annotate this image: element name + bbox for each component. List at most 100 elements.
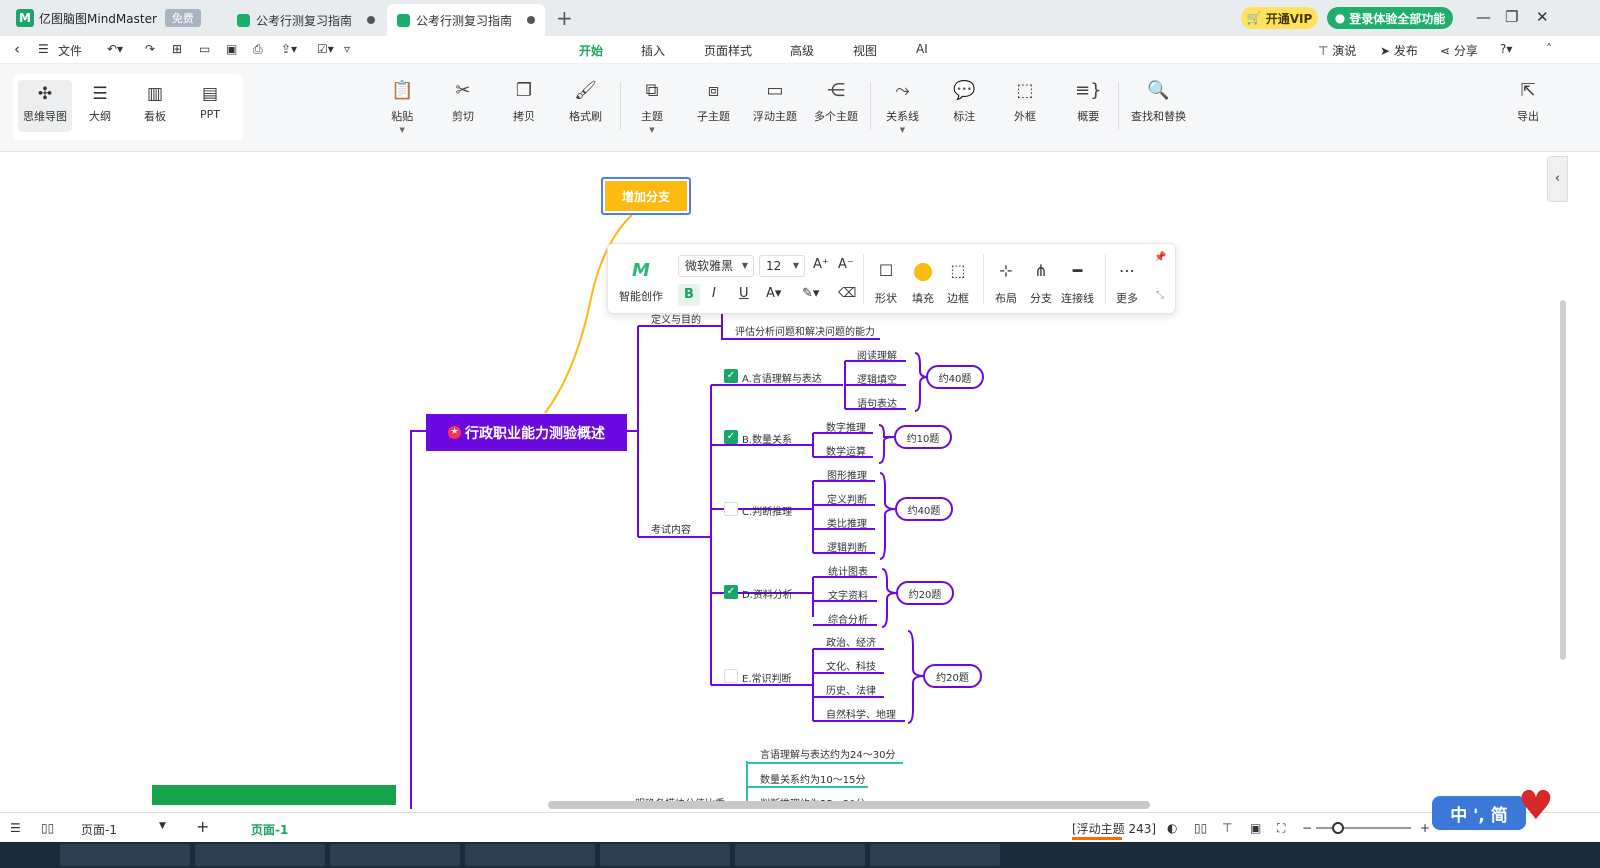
tab-view[interactable]: 视图 <box>853 42 877 59</box>
section-c-count[interactable]: 约40题 <box>895 497 953 521</box>
view-mindmap[interactable]: ✣ 思维导图 <box>18 80 72 132</box>
undo-icon[interactable]: ↶▾ <box>107 42 123 56</box>
section-e-checkbox[interactable] <box>724 669 738 683</box>
relation-button[interactable]: ⤳ 关系线 ▼ <box>886 80 919 134</box>
tab-advanced[interactable]: 高级 <box>790 42 814 59</box>
section-c-checkbox[interactable] <box>724 502 738 516</box>
paste-button[interactable]: 📋 粘贴 ▼ <box>391 80 413 134</box>
zoom-in-icon[interactable]: + <box>1420 821 1430 835</box>
multi-topic-button[interactable]: ⋲ 多个主题 <box>814 80 858 124</box>
fit-page-icon[interactable]: ▣ <box>1250 821 1261 835</box>
branch-button[interactable]: ⋔ 分支 <box>1030 260 1052 306</box>
section-a-item[interactable]: 逻辑填空 <box>857 371 897 386</box>
font-grow-icon[interactable]: A⁺ <box>813 257 829 272</box>
unsaved-dot-icon[interactable] <box>527 16 535 24</box>
doc-tab-1[interactable]: 公考行测复习指南 <box>227 4 385 36</box>
save-icon[interactable]: ▣ <box>226 42 237 56</box>
page-tab-1[interactable]: 页面-1 <box>251 821 288 838</box>
floating-topic-button[interactable]: ▭ 浮动主题 <box>753 80 797 124</box>
section-a-checkbox[interactable]: ✓ <box>724 369 738 383</box>
vip-button[interactable]: 🛒 开通VIP <box>1241 7 1318 29</box>
section-b-count[interactable]: 约10题 <box>894 425 952 449</box>
taskbar-item[interactable] <box>60 844 190 866</box>
score-item[interactable]: 数量关系约为10～15分 <box>760 771 865 786</box>
checklist-icon[interactable]: ☑▾ <box>317 42 334 56</box>
section-e-count[interactable]: 约20题 <box>923 664 982 688</box>
zoom-slider-thumb[interactable] <box>1332 822 1344 834</box>
branch-content[interactable]: 考试内容 <box>651 521 691 536</box>
floating-topic[interactable]: 增加分支 <box>601 177 691 215</box>
collapse-ribbon-icon[interactable]: ˄ <box>1546 42 1552 56</box>
section-e-item[interactable]: 政治、经济 <box>826 634 876 649</box>
section-d-item[interactable]: 综合分析 <box>828 611 868 626</box>
fill-button[interactable]: 填充 <box>912 260 934 306</box>
definition-child[interactable]: 评估分析问题和解决问题的能力 <box>735 323 875 338</box>
redo-icon[interactable]: ↷ <box>145 42 155 56</box>
connector-button[interactable]: ━ 连接线 <box>1061 260 1094 306</box>
section-d-checkbox[interactable]: ✓ <box>724 585 738 599</box>
horizontal-scrollbar[interactable] <box>548 801 1150 809</box>
taskbar-item[interactable] <box>735 844 865 866</box>
share-button[interactable]: ⋖ 分享 <box>1440 42 1478 59</box>
font-shrink-icon[interactable]: A⁻ <box>838 257 854 272</box>
section-e-item[interactable]: 历史、法律 <box>826 682 876 697</box>
main-topic[interactable]: ★ 行政职业能力测验概述 <box>426 414 627 451</box>
theme-icon[interactable]: ◐ <box>1167 821 1177 835</box>
topic-button[interactable]: ⧉ 主题 ▼ <box>641 80 663 134</box>
book-icon[interactable]: ▯▯ <box>1194 821 1207 835</box>
section-a[interactable]: A.言语理解与表达 <box>742 370 822 385</box>
font-size-select[interactable]: 12 ▼ <box>759 255 805 277</box>
section-c-item[interactable]: 图形推理 <box>827 467 867 482</box>
cut-button[interactable]: ✂ 剪切 <box>452 80 474 124</box>
format-painter-button[interactable]: 🖌 格式刷 <box>569 80 602 124</box>
pin-icon[interactable]: 📌 <box>1154 252 1166 263</box>
green-topic[interactable] <box>152 785 396 805</box>
border-button[interactable]: ⬚ 边框 <box>947 260 969 306</box>
taskbar-item[interactable] <box>330 844 460 866</box>
section-b[interactable]: B.数量关系 <box>742 431 792 446</box>
zoom-out-icon[interactable]: − <box>1302 821 1312 835</box>
underline-icon[interactable]: U <box>739 286 749 301</box>
outline-toggle-icon[interactable]: ☰ <box>10 821 21 835</box>
section-c-item[interactable]: 逻辑判断 <box>827 539 867 554</box>
print-icon[interactable]: ⎙ <box>253 42 263 57</box>
font-family-select[interactable]: 微软雅黑 ▼ <box>678 255 754 277</box>
vertical-scrollbar[interactable] <box>1560 300 1566 660</box>
section-e-item[interactable]: 自然科学、地理 <box>826 706 896 721</box>
section-e-item[interactable]: 文化、科技 <box>826 658 876 673</box>
section-a-item[interactable]: 阅读理解 <box>857 347 897 362</box>
tab-ai[interactable]: AI <box>916 42 928 56</box>
more-quick-icon[interactable]: ▿ <box>344 42 350 56</box>
summary-button[interactable]: ≡} 概要 <box>1075 80 1102 124</box>
minimize-icon[interactable]: — <box>1476 8 1491 26</box>
hamburger-icon[interactable]: ☰ <box>38 42 49 56</box>
view-outline[interactable]: ☰ 大纲 <box>73 80 127 132</box>
tab-page-style[interactable]: 页面样式 <box>704 42 752 59</box>
section-e[interactable]: E.常识判断 <box>742 670 792 685</box>
tab-start[interactable]: 开始 <box>576 42 606 67</box>
unsaved-dot-icon[interactable] <box>367 16 375 24</box>
new-file-icon[interactable]: ⊞ <box>172 42 182 56</box>
subtopic-button[interactable]: ⧈ 子主题 <box>697 80 730 124</box>
find-replace-button[interactable]: 🔍 查找和替换 <box>1131 80 1186 124</box>
boundary-button[interactable]: ⬚ 外框 <box>1014 80 1036 124</box>
copy-button[interactable]: ❐ 拷贝 <box>513 80 535 124</box>
collapse-toolbar-icon[interactable]: ⤡ <box>1156 290 1164 301</box>
zoom-slider[interactable] <box>1316 827 1411 829</box>
section-b-item[interactable]: 数字推理 <box>826 419 866 434</box>
taskbar-item[interactable] <box>870 844 1000 866</box>
section-a-item[interactable]: 语句表达 <box>857 395 897 410</box>
taskbar-item[interactable] <box>465 844 595 866</box>
section-d-count[interactable]: 约20题 <box>896 581 954 605</box>
font-color-icon[interactable]: A▾ <box>766 286 781 301</box>
export-button[interactable]: ⇱ 导出 <box>1517 80 1539 124</box>
italic-icon[interactable]: I <box>712 286 716 301</box>
page-select[interactable]: 页面-1 ▼ <box>81 821 169 838</box>
present-mode-icon[interactable]: ⊤ <box>1222 821 1232 835</box>
doc-tab-2[interactable]: 公考行测复习指南 <box>387 4 545 36</box>
tab-insert[interactable]: 插入 <box>641 42 665 59</box>
layout-button[interactable]: ⊹ 布局 <box>995 260 1017 306</box>
view-kanban[interactable]: ▥ 看板 <box>128 80 182 132</box>
help-icon[interactable]: ?▾ <box>1500 42 1512 56</box>
file-menu[interactable]: 文件 <box>58 42 82 59</box>
